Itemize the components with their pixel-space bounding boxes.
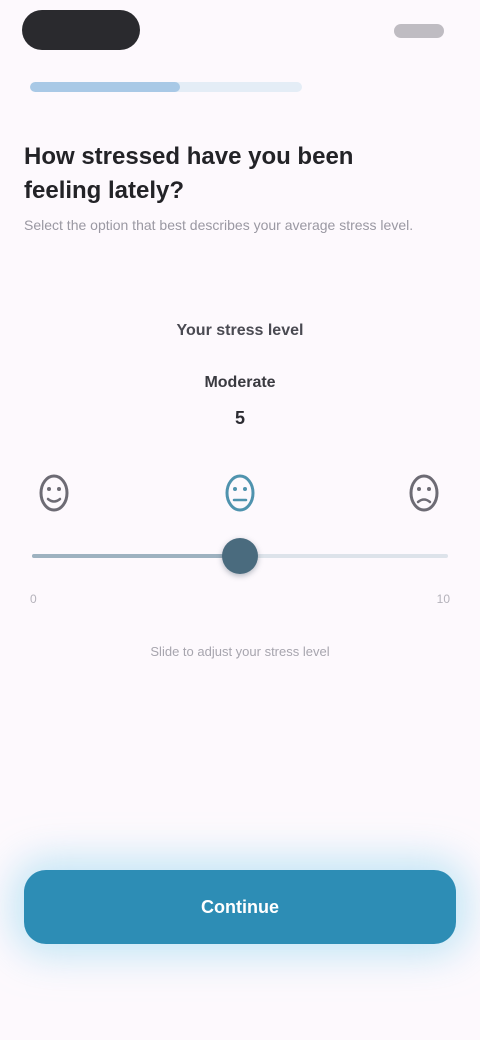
dynamic-island (22, 10, 140, 50)
stressed-face-icon[interactable] (404, 468, 444, 518)
question-title: How stressed have you been feeling latel… (24, 143, 354, 204)
status-bar (0, 0, 480, 64)
progress-bar (30, 82, 302, 92)
stress-value-label: Moderate (204, 374, 276, 391)
slider-thumb[interactable] (222, 538, 258, 574)
continue-button[interactable]: Continue (24, 870, 456, 944)
neutral-face-icon[interactable] (220, 468, 260, 518)
calm-face-icon[interactable] (34, 468, 74, 518)
progress-fill (30, 82, 180, 92)
stress-value-number: 5 (234, 408, 245, 428)
scale-heading: Your stress level (176, 322, 304, 339)
question-subtitle: Select the option that best describes yo… (24, 217, 414, 233)
status-icons (394, 24, 444, 38)
scale-min-label: 0 (30, 592, 37, 606)
stress-slider[interactable] (32, 536, 448, 576)
slider-hint: Slide to adjust your stress level (150, 644, 330, 659)
slider-fill (32, 554, 240, 558)
scale-max-label: 10 (436, 592, 450, 606)
